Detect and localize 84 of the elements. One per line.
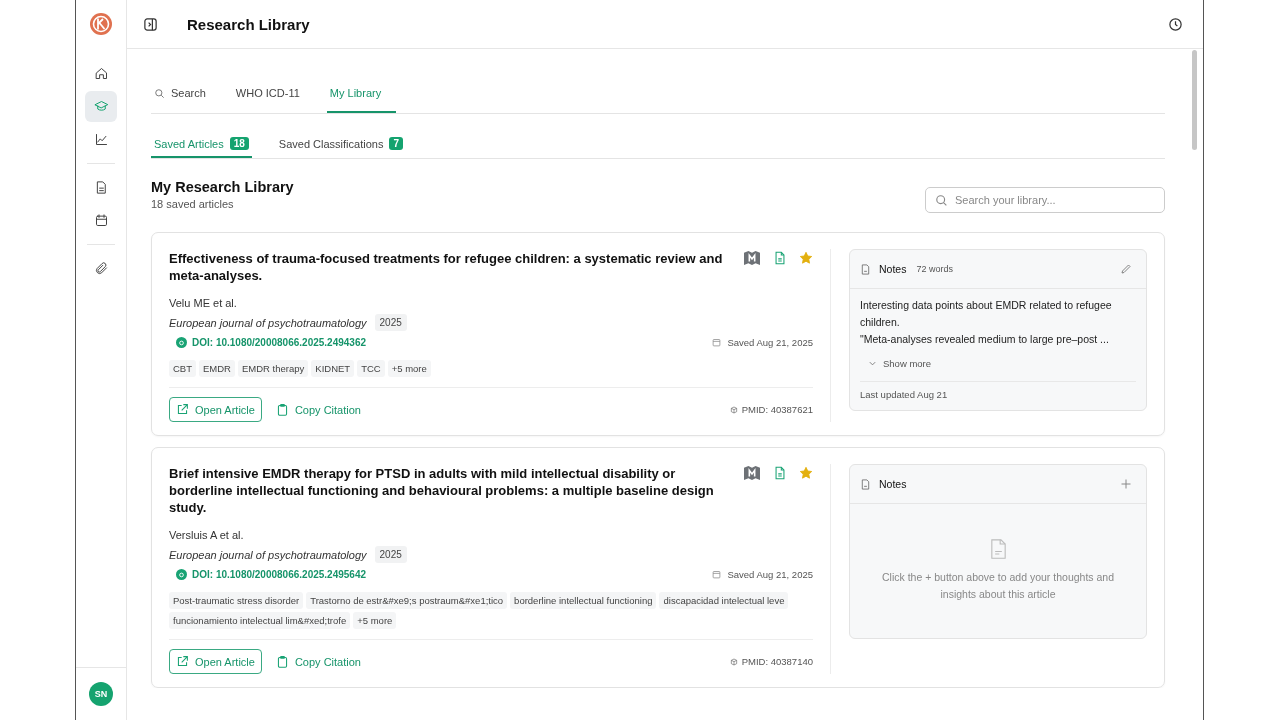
attachment-icon [93, 261, 109, 276]
sidebar-toggle-icon[interactable] [143, 16, 158, 32]
search-field[interactable]: Search your library... [925, 187, 1165, 213]
tab[interactable]: Saved Articles 18 [151, 129, 252, 158]
clipboard-icon [275, 655, 289, 668]
article-title[interactable]: Brief intensive EMDR therapy for PTSD in adults with mild intellectual disability or borderline intellectual functioning and behavioural problems: a multiple baseline design study. [169, 465, 723, 516]
doi-link[interactable]: DOI: 10.1080/20008066.2025.2495642 [192, 569, 713, 580]
calendar-icon [93, 213, 109, 228]
keyword-tag: KIDNET [311, 360, 355, 377]
star-icon[interactable] [799, 251, 813, 265]
keyword-tag: funcionamiento intelectual lim&#xed;trofe [169, 612, 351, 629]
article-count: 18 saved articles [151, 198, 235, 210]
add-icon[interactable] [1120, 478, 1132, 490]
user-avatar[interactable]: SN [89, 682, 113, 706]
saved-date: Saved Aug 21, 2025 [727, 337, 813, 348]
note-icon [860, 478, 871, 490]
keyword-tag: +5 more [353, 612, 397, 629]
note-text: "Meta-analyses revealed medium to large pre–post ... [860, 332, 1110, 347]
keyword-tag: Post-traumatic stress disorder [169, 592, 304, 609]
tab[interactable]: Search [151, 77, 221, 113]
empty-notes-hint: Click the + button above to add your thoughts and insights about this article [880, 570, 1115, 602]
cube-icon [729, 657, 738, 666]
scrollbar-thumb[interactable] [1192, 50, 1197, 150]
book-icon[interactable] [743, 465, 761, 481]
year-tag: 2025 [374, 314, 407, 331]
tab[interactable]: WHO ICD-11 [232, 77, 315, 113]
keyword-tag: +5 more [387, 360, 431, 377]
pmid-text: PMID: 40387621 [741, 404, 813, 415]
notes-title: Notes [879, 263, 907, 275]
empty-note-icon [989, 539, 1007, 559]
search-icon [154, 87, 165, 99]
word-count: 72 words [916, 264, 953, 274]
article-authors: Velu ME et al. [169, 297, 238, 309]
year-tag: 2025 [374, 546, 407, 563]
article-title[interactable]: Effectiveness of trauma-focused treatments for refugee children: a systematic review and meta-analyses. [169, 250, 723, 284]
open-article-button[interactable]: Open Article [169, 649, 262, 674]
chevron-down-icon [868, 359, 877, 368]
calendar-icon [712, 338, 722, 347]
book-icon[interactable] [743, 250, 761, 266]
cube-icon [729, 405, 738, 414]
last-updated: Last updated Aug 21 [860, 381, 1136, 400]
external-link-icon [176, 403, 189, 416]
keyword-tag: borderline intellectual functioning [510, 592, 657, 609]
journal-name: European journal of psychotraumatology [169, 548, 367, 561]
document-icon[interactable] [773, 466, 787, 480]
clipboard-icon [275, 403, 289, 416]
tab[interactable]: My Library [326, 77, 397, 113]
keyword-tag: TCC [357, 360, 385, 377]
keyword-tag: Trastorno de estr&#xe9;s postraum&#xe1;tico [306, 592, 508, 609]
keyword-tag: EMDR therapy [238, 360, 309, 377]
saved-date: Saved Aug 21, 2025 [727, 569, 813, 580]
keyword-tag: CBT [169, 360, 196, 377]
nav-library-button[interactable] [85, 91, 117, 122]
search-icon [935, 194, 948, 207]
count-badge: 18 [229, 137, 249, 150]
page-title: Research Library [187, 15, 311, 33]
tab[interactable]: Saved Classifications 7 [275, 129, 406, 158]
star-icon[interactable] [799, 466, 813, 480]
library-icon [93, 99, 109, 114]
note-icon [860, 263, 871, 275]
count-badge: 7 [389, 137, 403, 150]
keyword-tag: discapacidad intelectual leve [659, 592, 789, 609]
pmid-text: PMID: 40387140 [741, 656, 813, 667]
doi-link[interactable]: DOI: 10.1080/20008066.2025.2494362 [192, 337, 713, 348]
home-icon [93, 66, 109, 81]
chart-icon [93, 132, 109, 147]
copy-citation-button[interactable]: Copy Citation [275, 655, 361, 668]
article-authors: Versluis A et al. [169, 529, 245, 541]
journal-name: European journal of psychotraumatology [169, 316, 367, 329]
logo-icon [89, 12, 113, 36]
doi-icon [176, 569, 187, 580]
keyword-tag: EMDR [199, 360, 235, 377]
section-title: My Research Library [151, 179, 294, 195]
notes-title: Notes [879, 478, 907, 490]
show-more-button[interactable]: Show more [860, 358, 932, 369]
history-icon[interactable] [1168, 16, 1183, 32]
calendar-icon [712, 570, 722, 579]
edit-icon[interactable] [1120, 263, 1132, 275]
note-text: Interesting data points about EMDR related to refugee children. [860, 298, 1113, 330]
open-article-button[interactable]: Open Article [169, 397, 262, 422]
external-link-icon [176, 655, 189, 668]
document-icon[interactable] [773, 251, 787, 265]
doi-icon [176, 337, 187, 348]
copy-citation-button[interactable]: Copy Citation [275, 403, 361, 416]
